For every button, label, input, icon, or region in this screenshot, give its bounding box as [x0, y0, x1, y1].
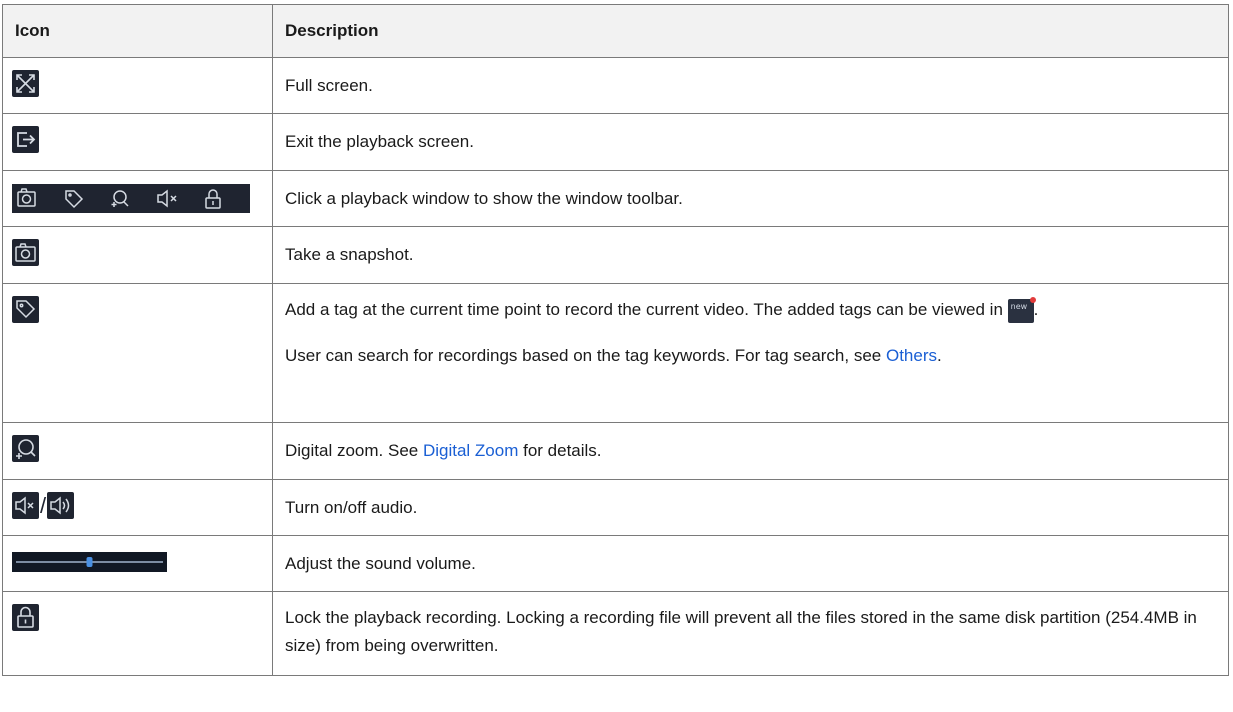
description-text: Lock the playback recording. Locking a r…	[285, 608, 1197, 655]
tag-search-note: User can search for recordings based on …	[285, 342, 1216, 370]
mute-icon[interactable]	[12, 492, 39, 519]
new-tag-icon-label: new	[1010, 301, 1028, 311]
window-toolbar[interactable]	[12, 184, 250, 213]
description-text: Exit the playback screen.	[285, 132, 474, 151]
table-row: / Turn on/off audio.	[2, 479, 1229, 536]
icon-cell: /	[2, 479, 273, 536]
description-text: Add a tag at the current time point to r…	[285, 300, 1008, 319]
others-link[interactable]: Others	[886, 346, 937, 365]
volume-slider-thumb[interactable]	[86, 557, 93, 567]
description-text: Turn on/off audio.	[285, 498, 418, 517]
table-row: Digital zoom. See Digital Zoom for detai…	[2, 422, 1229, 480]
description-text: Adjust the sound volume.	[285, 554, 476, 573]
table-row: Lock the playback recording. Locking a r…	[2, 591, 1229, 676]
tag-icon[interactable]	[12, 296, 39, 323]
audio-icons: /	[12, 492, 75, 519]
icon-cell	[2, 113, 273, 171]
camera-icon[interactable]	[12, 239, 39, 266]
zoom-icon[interactable]	[12, 435, 39, 462]
description-text: .	[1033, 300, 1039, 319]
tag-description: Add a tag at the current time point to r…	[285, 296, 1216, 324]
description-text: for details.	[518, 441, 602, 460]
description-cell: Turn on/off audio.	[272, 479, 1229, 536]
digital-zoom-link[interactable]: Digital Zoom	[423, 441, 518, 460]
description-text: Full screen.	[285, 76, 373, 95]
description-cell: Adjust the sound volume.	[272, 535, 1229, 592]
table-row: Exit the playback screen.	[2, 113, 1229, 171]
fullscreen-icon[interactable]	[12, 70, 39, 97]
icon-cell	[2, 535, 273, 592]
new-badge-dot	[1029, 296, 1036, 303]
description-text: User can search for recordings based on …	[285, 346, 886, 365]
audio-on-icon[interactable]	[47, 492, 75, 519]
description-text: Digital zoom. See	[285, 441, 423, 460]
description-cell: Take a snapshot.	[272, 226, 1229, 284]
table-header-row: Icon Description	[2, 4, 1229, 58]
exit-icon[interactable]	[12, 126, 39, 153]
volume-slider[interactable]	[12, 552, 167, 572]
description-cell: Full screen.	[272, 57, 1229, 114]
header-icon: Icon	[2, 4, 273, 58]
icon-cell	[2, 422, 273, 480]
description-cell: Digital zoom. See Digital Zoom for detai…	[272, 422, 1229, 480]
description-cell: Click a playback window to show the wind…	[272, 170, 1229, 227]
table-row: Add a tag at the current time point to r…	[2, 283, 1229, 423]
lock-icon[interactable]	[12, 604, 39, 631]
icon-cell	[2, 170, 273, 227]
description-text: Click a playback window to show the wind…	[285, 189, 683, 208]
icon-cell	[2, 283, 273, 423]
description-cell: Exit the playback screen.	[272, 113, 1229, 171]
icon-cell	[2, 591, 273, 676]
icon-cell	[2, 226, 273, 284]
description-cell: Lock the playback recording. Locking a r…	[272, 591, 1229, 676]
description-text: Take a snapshot.	[285, 245, 414, 264]
description-cell: Add a tag at the current time point to r…	[272, 283, 1229, 423]
description-text: .	[937, 346, 942, 365]
table-row: Click a playback window to show the wind…	[2, 170, 1229, 227]
audio-separator: /	[40, 493, 47, 518]
icon-cell	[2, 57, 273, 114]
table-row: Full screen.	[2, 57, 1229, 114]
table-row: Adjust the sound volume.	[2, 535, 1229, 592]
header-description: Description	[272, 4, 1229, 58]
icon-description-table: Icon Description Full screen. Exit the p…	[2, 4, 1229, 676]
new-tag-icon[interactable]: new	[1007, 296, 1036, 323]
table-row: Take a snapshot.	[2, 226, 1229, 284]
